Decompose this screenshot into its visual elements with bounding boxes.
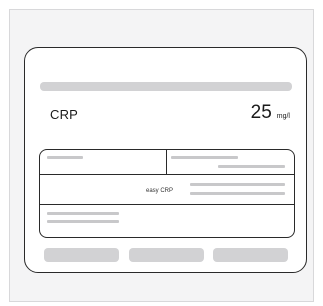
text-placeholder: [47, 156, 83, 159]
details-table: easy CRP: [39, 149, 295, 238]
text-placeholder: [47, 220, 119, 223]
column-divider: [166, 150, 168, 175]
text-placeholder: [47, 212, 119, 215]
text-placeholder: [218, 165, 285, 168]
text-placeholder: [171, 156, 238, 159]
test-name: CRP: [50, 107, 79, 122]
result-unit: mg/l: [276, 113, 290, 120]
details-row-2: easy CRP: [40, 175, 294, 205]
method-label: easy CRP: [146, 188, 174, 194]
result-value: 25: [250, 102, 272, 123]
card-header-placeholder: [40, 82, 292, 91]
text-placeholder: [190, 183, 285, 186]
result-card: CRP 25 mg/l easy CRP: [24, 47, 307, 273]
details-row-3: [40, 205, 294, 237]
text-placeholder: [190, 192, 285, 195]
action-button-1[interactable]: [44, 248, 119, 262]
result-value-group: 25 mg/l: [251, 102, 290, 124]
details-row-1: [40, 150, 294, 175]
action-button-2[interactable]: [129, 248, 204, 262]
action-button-3[interactable]: [213, 248, 288, 262]
